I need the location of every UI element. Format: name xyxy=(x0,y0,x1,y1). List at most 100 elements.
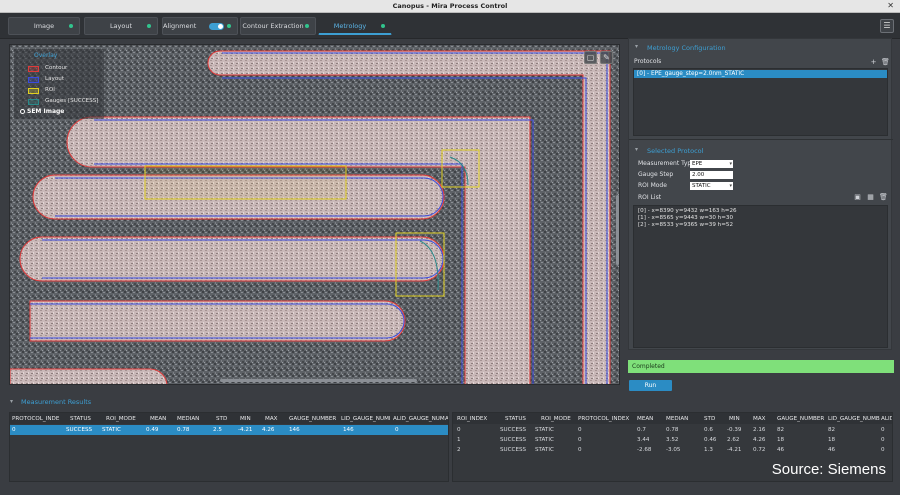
metrology-config-title: Metrology Configuration xyxy=(647,44,726,52)
protocol-item[interactable]: [0] - EPE_gauge_step=2.0nm_STATIC xyxy=(634,70,887,78)
column-header[interactable]: PROTOCOL_INDEX xyxy=(578,414,634,424)
sem-image-layer-toggle[interactable]: SEM Image xyxy=(20,108,64,115)
roi-swatch xyxy=(28,88,39,94)
selected-protocol-header[interactable]: ▾ Selected Protocol xyxy=(629,144,893,158)
layout-swatch xyxy=(28,77,39,83)
table-row[interactable]: 0 SUCCESS STATIC 0 0.7 0.78 0.6 -0.39 2.… xyxy=(453,425,892,435)
table-cell: 1.3 xyxy=(704,447,713,453)
table-cell: 4.26 xyxy=(262,427,275,433)
column-header[interactable]: GAUGE_NUMBER xyxy=(777,414,825,424)
column-header[interactable]: A xyxy=(445,414,448,424)
status-dot-icon xyxy=(305,24,309,28)
metrology-config-header[interactable]: ▾ Metrology Configuration xyxy=(629,41,893,55)
protocols-label: Protocols xyxy=(634,58,662,65)
status-dot-icon xyxy=(227,24,231,28)
measurement-type-label: Measurement Type xyxy=(638,160,695,167)
gauges-swatch xyxy=(28,99,39,105)
column-header[interactable]: PROTOCOL_INDE xyxy=(12,414,67,424)
table-cell: 2 xyxy=(457,447,461,453)
tab-alignment[interactable]: Alignment xyxy=(162,17,238,35)
grid-icon[interactable]: ▦ xyxy=(866,193,875,202)
table-cell: 2.5 xyxy=(213,427,222,433)
column-header[interactable]: LID_GAUGE_NUMI xyxy=(341,414,393,424)
column-header[interactable]: ALID xyxy=(881,414,892,424)
contour-swatch xyxy=(28,66,39,72)
table-cell: 82 xyxy=(777,427,785,433)
delete-roi-icon[interactable]: 🗑 xyxy=(879,193,888,202)
column-header[interactable]: MEAN xyxy=(637,414,659,424)
table-header-row: ROI_INDEX STATUS ROI_MODE PROTOCOL_INDEX… xyxy=(453,413,892,424)
column-header[interactable]: MEDIAN xyxy=(177,414,211,424)
vertical-scrollbar[interactable] xyxy=(616,195,619,265)
column-header[interactable]: MEAN xyxy=(150,414,174,424)
tab-layout[interactable]: Layout xyxy=(84,17,158,35)
table-cell: 0 xyxy=(395,427,399,433)
tab-metrology-label: Metrology xyxy=(333,22,367,30)
tab-alignment-label: Alignment xyxy=(163,22,197,30)
table-cell: 46 xyxy=(777,447,785,453)
table-row[interactable]: 0 SUCCESS STATIC 0.49 0.78 2.5 -4.21 4.2… xyxy=(10,425,448,435)
table-cell: 2.62 xyxy=(727,437,740,443)
close-icon[interactable]: ✕ xyxy=(887,1,894,10)
sem-image-viewer[interactable]: Overlay Contour Layout ROI Gauges [SUCCE… xyxy=(9,44,620,385)
table-cell: 0.46 xyxy=(704,437,717,443)
measurement-type-select[interactable]: EPE xyxy=(690,160,733,168)
tab-image[interactable]: Image xyxy=(8,17,80,35)
table-cell: 0 xyxy=(12,427,16,433)
table-cell: 46 xyxy=(828,447,836,453)
metrology-panel: ▾ Metrology Configuration Protocols + 🗑 … xyxy=(628,38,893,350)
column-header[interactable]: GAUGE_NUMBER xyxy=(289,414,341,424)
column-header[interactable]: MAX xyxy=(753,414,771,424)
table-cell: 0 xyxy=(881,437,885,443)
menu-icon[interactable]: ☰ xyxy=(880,19,894,33)
column-header[interactable]: STATUS xyxy=(505,414,535,424)
table-cell: -0.39 xyxy=(727,427,742,433)
column-header[interactable]: ROI_MODE xyxy=(541,414,577,424)
column-header[interactable]: MAX xyxy=(265,414,287,424)
table-cell: 146 xyxy=(343,427,354,433)
column-header[interactable]: MIN xyxy=(729,414,747,424)
roi-mode-select[interactable]: STATIC xyxy=(690,182,733,190)
column-header[interactable]: MIN xyxy=(240,414,262,424)
tab-metrology[interactable]: Metrology xyxy=(318,17,392,35)
status-dot-icon xyxy=(147,24,151,28)
column-header[interactable]: STATUS xyxy=(70,414,105,424)
run-button[interactable]: Run xyxy=(629,380,672,391)
table-cell: 0 xyxy=(578,437,582,443)
table-cell: SUCCESS xyxy=(500,427,527,433)
alignment-toggle[interactable] xyxy=(209,23,224,30)
table-cell: 0.72 xyxy=(753,447,766,453)
column-header[interactable]: ROI_MODE xyxy=(106,414,144,424)
column-header[interactable]: LID_GAUGE_NUMB xyxy=(828,414,880,424)
radio-icon xyxy=(20,109,25,114)
fit-view-icon[interactable]: ▢ xyxy=(584,51,597,64)
selected-protocol-title: Selected Protocol xyxy=(647,147,704,155)
horizontal-scrollbar[interactable] xyxy=(220,379,417,382)
table-cell: 0 xyxy=(457,427,461,433)
column-header[interactable]: ALID_GAUGE_NUM xyxy=(393,414,445,424)
table-row[interactable]: 2 SUCCESS STATIC 0 -2.68 -3.05 1.3 -4.21… xyxy=(453,445,892,455)
roi-list-item[interactable]: [1] - x=8565 y=9443 w=30 h=30 xyxy=(638,215,733,221)
add-protocol-icon[interactable]: + xyxy=(869,58,878,67)
roi-box-0 xyxy=(144,165,347,200)
column-header[interactable]: ROI_INDEX xyxy=(457,414,497,424)
gauge-step-field[interactable]: 2.00 xyxy=(690,171,733,179)
sem-image-label: SEM Image xyxy=(27,108,65,115)
column-header[interactable]: STD xyxy=(216,414,234,424)
add-roi-icon[interactable]: ▣ xyxy=(853,193,862,202)
measurement-results-header[interactable]: ▾ Measurement Results xyxy=(0,395,900,409)
column-header[interactable]: STD xyxy=(704,414,722,424)
table-cell: 0 xyxy=(881,447,885,453)
table-row[interactable]: 1 SUCCESS STATIC 0 3.44 3.52 0.46 2.62 4… xyxy=(453,435,892,445)
column-header[interactable]: MEDIAN xyxy=(666,414,696,424)
tab-contour-extraction[interactable]: Contour Extraction xyxy=(240,17,316,35)
chevron-down-icon: ▾ xyxy=(635,43,639,50)
table-cell: 146 xyxy=(289,427,300,433)
roi-list-item[interactable]: [0] - x=8390 y=9432 w=163 h=26 xyxy=(638,208,737,214)
pen-icon[interactable]: ✎ xyxy=(600,51,613,64)
roi-list-item[interactable]: [2] - x=8533 y=9365 w=39 h=52 xyxy=(638,222,733,228)
delete-protocol-icon[interactable]: 🗑 xyxy=(881,58,890,67)
panel-divider xyxy=(629,139,893,140)
measurement-results-title: Measurement Results xyxy=(21,398,92,406)
table-cell: SUCCESS xyxy=(66,427,93,433)
